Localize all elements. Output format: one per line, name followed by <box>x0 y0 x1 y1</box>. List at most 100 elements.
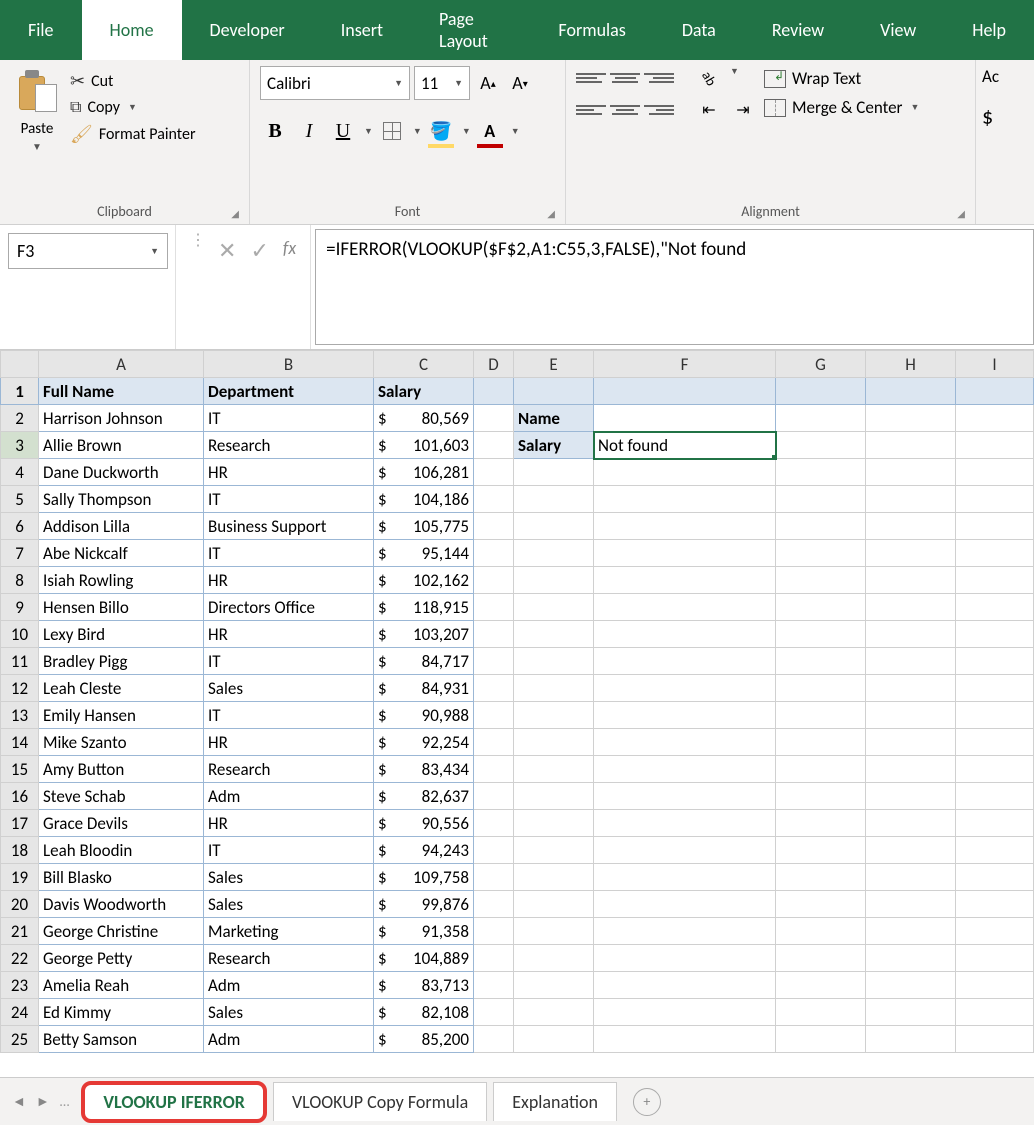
cell-salary[interactable]: $104,889 <box>374 945 474 972</box>
cell[interactable] <box>866 594 956 621</box>
cell[interactable] <box>594 540 776 567</box>
cell[interactable] <box>956 864 1034 891</box>
cell[interactable] <box>776 540 866 567</box>
cell[interactable] <box>956 837 1034 864</box>
cell-salary[interactable]: $104,186 <box>374 486 474 513</box>
cell-name[interactable]: George Christine <box>39 918 204 945</box>
row-header[interactable]: 24 <box>1 999 39 1026</box>
cell[interactable] <box>776 972 866 999</box>
cell[interactable] <box>594 864 776 891</box>
cell[interactable] <box>594 837 776 864</box>
cell[interactable] <box>514 756 594 783</box>
underline-button[interactable]: U <box>328 116 358 146</box>
cell[interactable] <box>594 891 776 918</box>
cell-dept[interactable]: Sales <box>204 864 374 891</box>
cell[interactable] <box>474 405 514 432</box>
cell[interactable] <box>514 486 594 513</box>
cell[interactable] <box>776 999 866 1026</box>
chevron-down-icon[interactable]: ▼ <box>730 66 739 90</box>
cell-salary[interactable]: $109,758 <box>374 864 474 891</box>
cell[interactable] <box>474 945 514 972</box>
cell[interactable] <box>776 918 866 945</box>
select-all-corner[interactable] <box>1 351 39 378</box>
enter-formula-button[interactable]: ✓ <box>250 237 268 264</box>
cell[interactable] <box>474 540 514 567</box>
col-header-E[interactable]: E <box>514 351 594 378</box>
cell-salary[interactable]: $94,243 <box>374 837 474 864</box>
cell[interactable] <box>594 405 776 432</box>
cell[interactable] <box>474 702 514 729</box>
row-header[interactable]: 17 <box>1 810 39 837</box>
row-header[interactable]: 21 <box>1 918 39 945</box>
cell-name[interactable]: Harrison Johnson <box>39 405 204 432</box>
cancel-formula-button[interactable]: ✕ <box>218 237 236 264</box>
cell-name[interactable]: Amelia Reah <box>39 972 204 999</box>
cell-salary[interactable]: $103,207 <box>374 621 474 648</box>
cell[interactable] <box>866 729 956 756</box>
cell-dept[interactable]: IT <box>204 486 374 513</box>
cell[interactable] <box>956 405 1034 432</box>
cell[interactable] <box>514 918 594 945</box>
cell-dept[interactable]: Sales <box>204 675 374 702</box>
col-header-C[interactable]: C <box>374 351 474 378</box>
cell-salary[interactable]: $84,931 <box>374 675 474 702</box>
cell[interactable] <box>474 459 514 486</box>
sheet-nav-prev-icon[interactable]: ◄ <box>8 1089 30 1114</box>
cell[interactable] <box>594 918 776 945</box>
cell-name[interactable]: Abe Nickcalf <box>39 540 204 567</box>
cell[interactable] <box>956 1026 1034 1053</box>
cell[interactable] <box>866 864 956 891</box>
cell-dept[interactable]: Research <box>204 756 374 783</box>
row-header[interactable]: 4 <box>1 459 39 486</box>
cell[interactable] <box>514 513 594 540</box>
cell[interactable] <box>956 756 1034 783</box>
cell-salary[interactable]: $82,637 <box>374 783 474 810</box>
paste-button[interactable]: Paste ▼ <box>10 66 64 153</box>
cell[interactable] <box>474 972 514 999</box>
cell[interactable] <box>514 675 594 702</box>
cell-name[interactable]: Mike Szanto <box>39 729 204 756</box>
row-header[interactable]: 6 <box>1 513 39 540</box>
cell-salary[interactable]: $99,876 <box>374 891 474 918</box>
fill-color-button[interactable]: 🪣 <box>426 116 456 146</box>
decrease-indent-button[interactable]: ⇤ <box>694 98 724 122</box>
cell[interactable] <box>956 567 1034 594</box>
dialog-launcher-icon[interactable]: ◢ <box>231 207 239 220</box>
cell-salary[interactable]: $92,254 <box>374 729 474 756</box>
cell-dept[interactable]: Business Support <box>204 513 374 540</box>
cell[interactable] <box>514 567 594 594</box>
cell-name[interactable]: Isiah Rowling <box>39 567 204 594</box>
orientation-button[interactable]: ab <box>694 66 724 90</box>
add-sheet-button[interactable]: + <box>633 1088 661 1116</box>
cell-dept[interactable]: Sales <box>204 999 374 1026</box>
cell[interactable] <box>776 945 866 972</box>
col-header-I[interactable]: I <box>956 351 1034 378</box>
increase-indent-button[interactable]: ⇥ <box>728 98 758 122</box>
cell-name[interactable]: Sally Thompson <box>39 486 204 513</box>
row-header[interactable]: 20 <box>1 891 39 918</box>
cell[interactable] <box>514 621 594 648</box>
cell[interactable] <box>866 432 956 459</box>
cell[interactable] <box>866 405 956 432</box>
cell[interactable] <box>594 513 776 540</box>
format-painter-button[interactable]: 🖌Format Painter <box>70 123 196 145</box>
cell-dept[interactable]: Research <box>204 432 374 459</box>
cell-dept[interactable]: Sales <box>204 891 374 918</box>
cell[interactable] <box>474 783 514 810</box>
cell-dept[interactable]: HR <box>204 567 374 594</box>
cell[interactable] <box>866 999 956 1026</box>
row-header[interactable]: 8 <box>1 567 39 594</box>
cell[interactable] <box>956 621 1034 648</box>
bold-button[interactable]: B <box>260 116 290 146</box>
cell[interactable] <box>776 648 866 675</box>
cell[interactable] <box>956 378 1034 405</box>
cell[interactable] <box>776 567 866 594</box>
cell[interactable] <box>956 594 1034 621</box>
cell-salary[interactable]: $84,717 <box>374 648 474 675</box>
cell[interactable] <box>474 432 514 459</box>
cell[interactable]: Name <box>514 405 594 432</box>
cell[interactable] <box>594 972 776 999</box>
align-left-button[interactable] <box>576 98 606 122</box>
cell[interactable] <box>474 810 514 837</box>
cell-name[interactable]: Leah Cleste <box>39 675 204 702</box>
